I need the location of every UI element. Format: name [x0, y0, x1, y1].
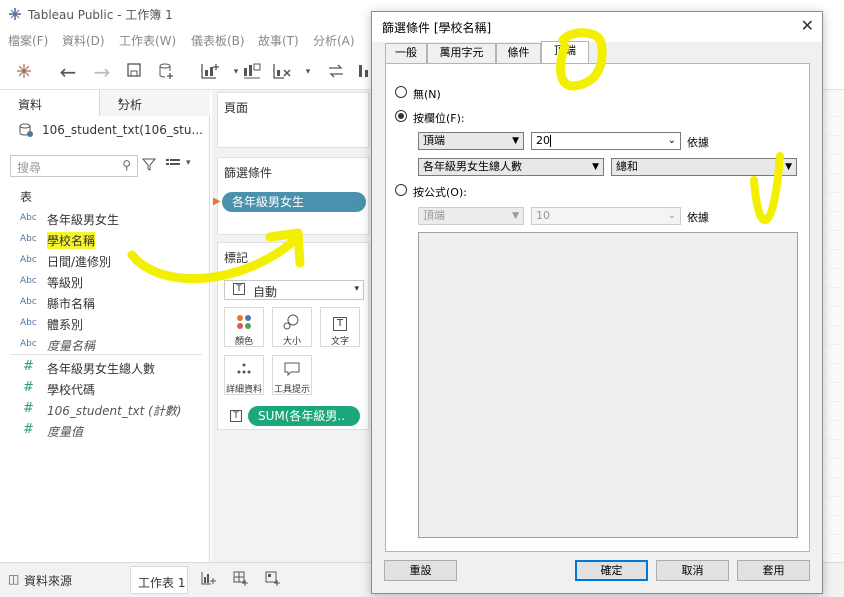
- menu-worksheet[interactable]: 工作表(W): [119, 32, 176, 49]
- duplicate-sheet-icon[interactable]: [242, 62, 262, 82]
- undo-icon[interactable]: ←: [58, 62, 78, 82]
- pages-shelf-title: 頁面: [224, 101, 249, 115]
- view-list-icon[interactable]: [166, 158, 180, 173]
- swap-icon[interactable]: [326, 62, 346, 82]
- chevron-down-icon: ▼: [592, 162, 599, 172]
- tab-analysis[interactable]: 分析 ▴: [100, 90, 210, 116]
- radio-by-formula-label: 按公式(O):: [413, 186, 467, 199]
- tab-data-label: 資料: [18, 98, 43, 112]
- tooltip-mark-button[interactable]: 工具提示: [272, 355, 312, 395]
- save-icon[interactable]: [124, 62, 144, 82]
- annotation-circle-icon: [556, 28, 607, 91]
- chevron-down-icon: ▼: [512, 136, 519, 146]
- text-icon: T: [321, 314, 359, 331]
- byfield-count-input[interactable]: 20 ⌄: [531, 132, 681, 150]
- apply-button[interactable]: 套用: [737, 560, 810, 581]
- filter-funnel-icon[interactable]: [141, 157, 157, 174]
- tab-wildcard[interactable]: 萬用字元: [427, 43, 496, 63]
- section-table: 表: [20, 190, 33, 204]
- text-mark-icon: T: [230, 410, 242, 422]
- detail-mark-button[interactable]: 詳細資料: [224, 355, 264, 395]
- tableau-logo-icon: [8, 7, 22, 21]
- chevron-down-icon: ⌄: [667, 135, 676, 146]
- dialog-title: 篩選條件 [學校名稱]: [382, 21, 492, 35]
- menu-story[interactable]: 故事(T): [258, 32, 299, 49]
- byfield-field-select[interactable]: 各年級男女生總人數 ▼: [418, 158, 604, 176]
- chevron-down-icon[interactable]: ▾: [298, 62, 318, 82]
- radio-by-field[interactable]: [395, 110, 407, 122]
- menu-analysis[interactable]: 分析(A): [313, 32, 355, 49]
- radio-none-label: 無(N): [413, 88, 441, 101]
- annotation-arrow-icon: [127, 228, 305, 284]
- tooltip-bubble-icon: [273, 362, 311, 380]
- text-mark-button[interactable]: T 文字: [320, 307, 360, 347]
- sheet-tab[interactable]: 工作表 1: [130, 566, 188, 594]
- chevron-down-icon: ▼: [512, 211, 519, 221]
- tab-general[interactable]: 一般: [385, 43, 427, 63]
- formula-editor[interactable]: [418, 232, 798, 538]
- clear-sheet-icon[interactable]: [272, 62, 292, 82]
- size-mark-button[interactable]: 大小: [272, 307, 312, 347]
- cancel-button[interactable]: 取消: [656, 560, 729, 581]
- search-icon: ⚲: [122, 158, 131, 172]
- byfield-direction-select[interactable]: 頂端 ▼: [418, 132, 524, 150]
- datasource-tab[interactable]: 資料來源: [24, 572, 72, 589]
- new-dashboard-icon[interactable]: [232, 570, 248, 589]
- search-placeholder: 搜尋: [17, 161, 42, 175]
- tab-data[interactable]: 資料: [0, 90, 100, 116]
- tableau-home-icon[interactable]: [14, 62, 34, 82]
- datasource-cylinder-icon: ◫: [8, 572, 20, 586]
- menu-data[interactable]: 資料(D): [62, 32, 105, 49]
- chevron-down-icon: ▾: [354, 284, 359, 294]
- tab-condition[interactable]: 條件: [496, 43, 541, 63]
- datasource-icon: [18, 122, 34, 141]
- vertical-scrollbar[interactable]: [824, 90, 844, 562]
- datasource-name[interactable]: 106_student_txt(106_stu...: [42, 123, 203, 137]
- drop-indicator-icon: ▶: [213, 196, 221, 207]
- formula-by-label: 依據: [687, 211, 709, 224]
- pages-shelf[interactable]: 頁面: [217, 92, 369, 148]
- new-datasource-icon[interactable]: [156, 62, 176, 82]
- menu-file[interactable]: 檔案(F): [8, 32, 48, 49]
- color-mark-button[interactable]: 顏色: [224, 307, 264, 347]
- formula-count-input[interactable]: 10 ⌄: [531, 207, 681, 225]
- radio-by-field-label: 按欄位(F):: [413, 112, 465, 125]
- new-worksheet-icon[interactable]: [200, 570, 216, 589]
- redo-icon[interactable]: →: [92, 62, 112, 82]
- chevron-down-icon[interactable]: ▾: [186, 158, 191, 168]
- detail-dots-icon: [225, 362, 263, 380]
- sort-arrows-icon[interactable]: ▴: [118, 95, 202, 105]
- new-worksheet-icon[interactable]: [200, 62, 220, 82]
- filter-pill[interactable]: 各年級男女生: [222, 192, 366, 212]
- color-dots-icon: [225, 314, 263, 334]
- sheet-tab-label: 工作表 1: [138, 576, 186, 590]
- close-icon[interactable]: ✕: [801, 16, 814, 35]
- new-story-icon[interactable]: [264, 570, 280, 589]
- menu-dashboard[interactable]: 儀表板(B): [191, 32, 245, 49]
- radio-by-formula[interactable]: [395, 184, 407, 196]
- window-title: Tableau Public - 工作簿 1: [28, 8, 173, 22]
- ok-button[interactable]: 確定: [575, 560, 648, 581]
- formula-direction-select[interactable]: 頂端 ▼: [418, 207, 524, 225]
- measure-pill[interactable]: SUM(各年級男..: [248, 406, 360, 426]
- chevron-down-icon: ⌄: [667, 210, 676, 221]
- field-search-input[interactable]: 搜尋 ⚲: [10, 155, 138, 177]
- filters-shelf-title: 篩選條件: [224, 166, 273, 180]
- radio-none[interactable]: [395, 86, 407, 98]
- size-circles-icon: [273, 314, 311, 334]
- reset-button[interactable]: 重設: [384, 560, 457, 581]
- by-label: 依據: [687, 136, 709, 149]
- divider: [10, 354, 202, 355]
- annotation-check-icon: [750, 152, 784, 224]
